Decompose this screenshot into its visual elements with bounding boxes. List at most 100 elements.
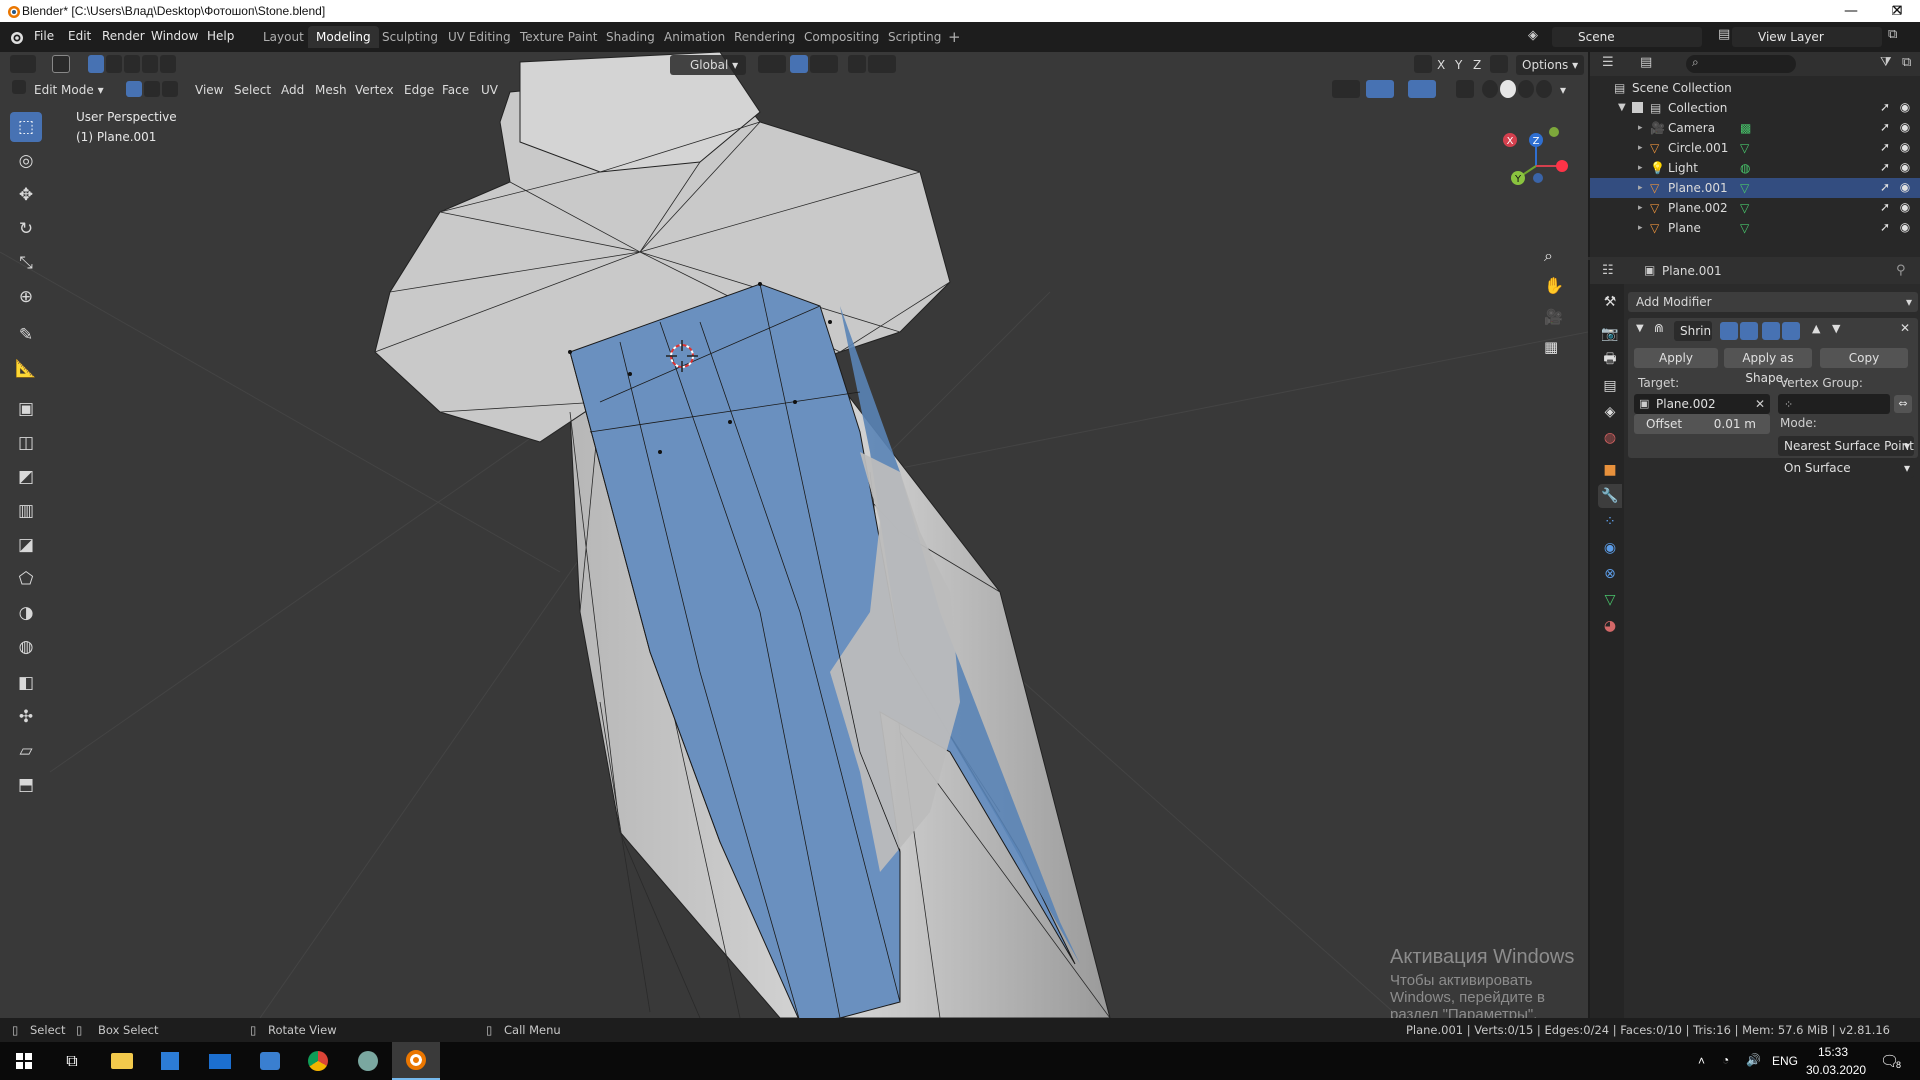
- display-mode-icon[interactable]: ▤: [1640, 55, 1652, 70]
- outliner-collection[interactable]: ▼ ▤ Collection ➚ ◉: [1590, 98, 1920, 118]
- select-mode-invert-icon[interactable]: [142, 55, 158, 73]
- material-tab-icon[interactable]: ◕: [1598, 614, 1622, 638]
- outliner-item-camera[interactable]: ▸ 🎥 Camera ▩ ➚ ◉: [1590, 118, 1920, 138]
- collection-checkbox[interactable]: [1632, 102, 1643, 113]
- new-view-layer-icon[interactable]: ⧉: [1888, 27, 1897, 42]
- outliner-item-plane-002[interactable]: ▸ ▽ Plane.002 ▽ ➚ ◉: [1590, 198, 1920, 218]
- menu-vertex[interactable]: Vertex: [355, 80, 394, 100]
- object-tab-icon[interactable]: ■: [1598, 458, 1622, 482]
- visibility-eye-icon[interactable]: ◉: [1898, 140, 1912, 154]
- light-data-icon[interactable]: ◍: [1740, 158, 1750, 178]
- inset-icon[interactable]: ◫: [10, 428, 42, 458]
- rendered-shading-icon[interactable]: [1536, 80, 1552, 98]
- tab-layout[interactable]: Layout: [255, 26, 312, 48]
- mesh-data-icon[interactable]: ▽: [1740, 138, 1749, 158]
- chrome-button[interactable]: [294, 1042, 342, 1080]
- visibility-eye-icon[interactable]: ◉: [1898, 220, 1912, 234]
- edge-select-icon[interactable]: [144, 81, 160, 97]
- volume-icon[interactable]: 🔊: [1746, 1053, 1761, 1067]
- xray-toggle-icon[interactable]: [1456, 80, 1474, 98]
- tab-texture-paint[interactable]: Texture Paint: [512, 26, 605, 48]
- menu-help[interactable]: Help: [207, 29, 234, 43]
- menu-file[interactable]: File: [34, 29, 54, 43]
- start-button[interactable]: [0, 1042, 48, 1080]
- shear-icon[interactable]: ▱: [10, 736, 42, 766]
- proportional-falloff-icon[interactable]: [868, 55, 896, 73]
- on-cage-toggle-icon[interactable]: [1782, 322, 1800, 340]
- scene-selector[interactable]: Scene: [1552, 27, 1702, 47]
- rotate-icon[interactable]: ↻: [10, 214, 42, 244]
- solid-shading-icon[interactable]: [1500, 80, 1516, 98]
- ortho-toggle-icon[interactable]: ▦: [1544, 338, 1558, 356]
- mirror-icon[interactable]: [1414, 55, 1432, 73]
- close-button[interactable]: ✕: [1874, 0, 1920, 22]
- pivot-point-icon[interactable]: [758, 55, 786, 73]
- output-tab-icon[interactable]: 🖶: [1598, 348, 1622, 372]
- extrude-icon[interactable]: ▣: [10, 394, 42, 424]
- rip-region-icon[interactable]: ⬒: [10, 770, 42, 800]
- select-box-icon[interactable]: ⬚: [10, 112, 42, 142]
- viewport-toggle-icon[interactable]: [1740, 322, 1758, 340]
- add-workspace-button[interactable]: +: [940, 26, 969, 48]
- render-tab-icon[interactable]: 📷: [1598, 322, 1622, 346]
- modifier-tab-icon[interactable]: 🔧: [1598, 484, 1622, 508]
- collapse-icon[interactable]: ▼: [1636, 323, 1644, 334]
- expand-icon[interactable]: ▸: [1638, 218, 1643, 238]
- snap-element-icon[interactable]: [810, 55, 838, 73]
- overlays-toggle-icon[interactable]: [1408, 80, 1436, 98]
- edge-slide-icon[interactable]: ◧: [10, 668, 42, 698]
- modifier-name-field[interactable]: Shrin: [1674, 321, 1712, 341]
- outliner-item-light[interactable]: ▸ 💡 Light ◍ ➚ ◉: [1590, 158, 1920, 178]
- menu-window[interactable]: Window: [151, 29, 198, 43]
- new-collection-icon[interactable]: ⧉: [1902, 55, 1911, 70]
- mirror-y-toggle[interactable]: Y: [1455, 55, 1462, 75]
- wireframe-shading-icon[interactable]: [1482, 80, 1498, 98]
- physics-tab-icon[interactable]: ◉: [1598, 536, 1622, 560]
- visibility-eye-icon[interactable]: ◉: [1898, 100, 1912, 114]
- spin-icon[interactable]: ◑: [10, 598, 42, 628]
- gizmo-toggle-icon[interactable]: [1366, 80, 1394, 98]
- editor-type-icon[interactable]: [10, 55, 36, 73]
- offset-field[interactable]: Offset 0.01 m: [1634, 414, 1770, 434]
- proportional-edit-icon[interactable]: [848, 55, 866, 73]
- shrink-fatten-icon[interactable]: ✣: [10, 702, 42, 732]
- menu-view[interactable]: View: [195, 80, 223, 100]
- invert-vertex-group-icon[interactable]: ⇔: [1894, 395, 1912, 413]
- expand-icon[interactable]: ▸: [1638, 138, 1643, 158]
- transform-icon[interactable]: ⊕: [10, 282, 42, 312]
- visibility-eye-icon[interactable]: ◉: [1898, 160, 1912, 174]
- shading-options-icon[interactable]: ▾: [1560, 80, 1566, 100]
- blender-taskbar-button[interactable]: [392, 1042, 440, 1080]
- expand-icon[interactable]: ▸: [1638, 178, 1643, 198]
- bevel-icon[interactable]: ◩: [10, 462, 42, 492]
- menu-select[interactable]: Select: [234, 80, 271, 100]
- options-dropdown[interactable]: Options ▾: [1516, 55, 1585, 75]
- tab-shading[interactable]: Shading: [598, 26, 663, 48]
- menu-edge[interactable]: Edge: [404, 80, 434, 100]
- annotate-icon[interactable]: ✎: [10, 320, 42, 350]
- store-button[interactable]: [146, 1042, 194, 1080]
- move-up-icon[interactable]: ▲: [1812, 322, 1820, 335]
- outliner-search-input[interactable]: ⌕: [1686, 55, 1796, 73]
- select-mode-extend-icon[interactable]: [106, 55, 122, 73]
- expand-icon[interactable]: ▸: [1638, 118, 1643, 138]
- remove-modifier-icon[interactable]: ✕: [1900, 321, 1910, 335]
- clock-date[interactable]: 30.03.2020: [1806, 1063, 1866, 1077]
- apply-button[interactable]: Apply: [1634, 348, 1718, 368]
- tray-chevron-icon[interactable]: ˄: [1698, 1054, 1705, 1068]
- world-tab-icon[interactable]: ◍: [1598, 426, 1622, 450]
- selectable-icon[interactable]: ➚: [1878, 220, 1892, 234]
- mesh-data-icon[interactable]: ▽: [1740, 218, 1749, 238]
- vertex-select-icon[interactable]: [126, 81, 142, 97]
- selectable-icon[interactable]: ➚: [1878, 100, 1892, 114]
- visibility-eye-icon[interactable]: ◉: [1898, 120, 1912, 134]
- menu-render[interactable]: Render: [102, 29, 145, 43]
- copy-button[interactable]: Copy: [1820, 348, 1908, 368]
- move-down-icon[interactable]: ▼: [1832, 322, 1840, 335]
- expand-icon[interactable]: ▸: [1638, 198, 1643, 218]
- expand-icon[interactable]: ▼: [1618, 98, 1626, 118]
- clear-target-icon[interactable]: ✕: [1755, 394, 1765, 414]
- task-view-button[interactable]: ⧉: [48, 1042, 96, 1080]
- measure-icon[interactable]: 📐: [10, 354, 42, 384]
- tab-uv-editing[interactable]: UV Editing: [440, 26, 519, 48]
